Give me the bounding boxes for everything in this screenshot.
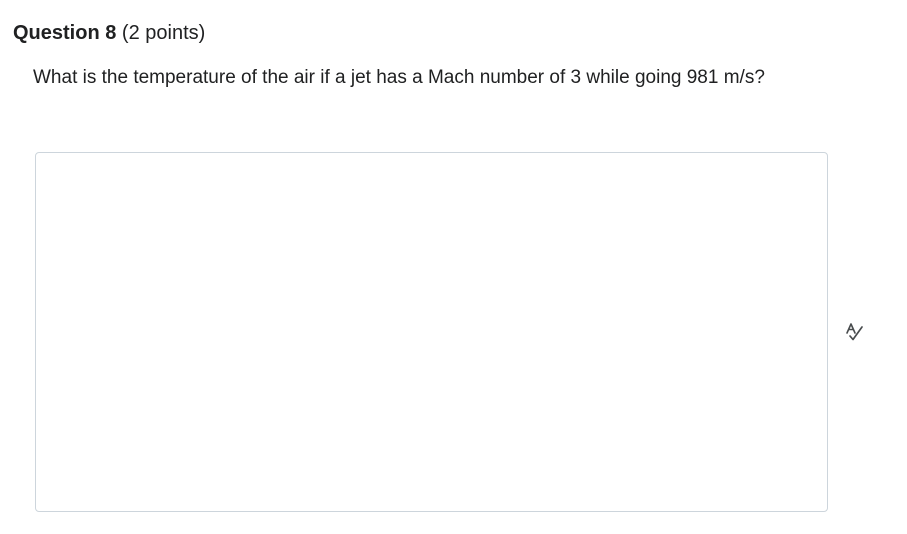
question-points: (2 points)	[121, 22, 206, 44]
spellcheck-icon-graphic	[846, 323, 863, 341]
question-title: Question 8	[13, 22, 117, 44]
answer-box	[35, 152, 828, 512]
answer-textarea[interactable]	[36, 153, 827, 511]
question-text: What is the temperature of the air if a …	[33, 67, 765, 88]
spellcheck-icon[interactable]	[844, 321, 866, 343]
question-header: Question 8 (2 points)	[13, 20, 205, 46]
